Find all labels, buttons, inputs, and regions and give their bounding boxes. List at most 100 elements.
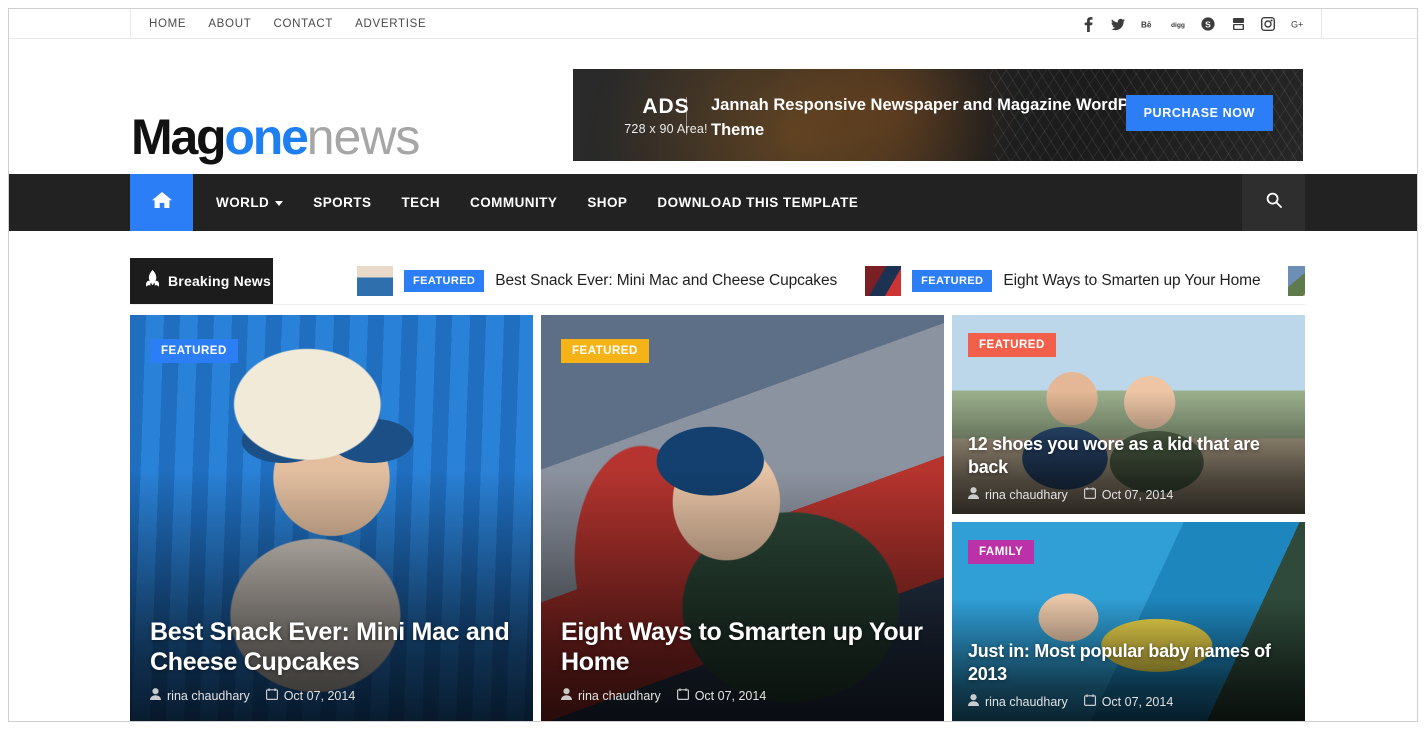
ticker-thumbnail (1288, 266, 1305, 296)
card-title[interactable]: Eight Ways to Smarten up Your Home (561, 617, 924, 677)
facebook-icon[interactable] (1081, 16, 1095, 32)
ticker-thumbnail (865, 266, 902, 296)
svg-text:S: S (1205, 19, 1211, 29)
nav-item-world[interactable]: WORLD (201, 195, 298, 210)
home-icon (151, 191, 172, 214)
calendar-icon (676, 688, 689, 703)
svg-text:digg: digg (1171, 22, 1185, 29)
card-badge: FAMILY (968, 540, 1035, 564)
card-date: Oct 07, 2014 (1083, 694, 1174, 709)
ad-separator (686, 97, 687, 135)
twitter-icon[interactable] (1111, 17, 1125, 31)
card-author: rina chaudhary (968, 487, 1068, 502)
featured-card-main[interactable]: FEATURED Best Snack Ever: Mini Mac and C… (130, 315, 533, 721)
card-date-text: Oct 07, 2014 (283, 688, 356, 703)
user-icon (561, 688, 572, 703)
card-badge: FEATURED (968, 333, 1056, 357)
card-date-text: Oct 07, 2014 (1101, 487, 1174, 502)
card-date-text: Oct 07, 2014 (1101, 694, 1174, 709)
card-badge: FEATURED (561, 339, 649, 363)
card-date: Oct 07, 2014 (1083, 487, 1174, 502)
breaking-news-label-text: Breaking News (168, 273, 271, 289)
top-nav-item-advertise[interactable]: ADVERTISE (355, 18, 426, 30)
purchase-now-button[interactable]: PURCHASE NOW (1125, 95, 1273, 131)
nav-item-tech[interactable]: TECH (386, 195, 455, 210)
top-bar-right-divider (1321, 9, 1322, 39)
youtube-icon[interactable] (1231, 17, 1245, 31)
social-links: Bē digg S G+ (1081, 9, 1305, 39)
ticker-title[interactable]: Best Snack Ever: Mini Mac and Cheese Cup… (495, 272, 837, 290)
featured-card-baby-names[interactable]: FAMILY Just in: Most popular baby names … (952, 522, 1305, 721)
site-logo[interactable]: Magonenews (131, 109, 420, 165)
card-author: rina chaudhary (968, 694, 1068, 709)
card-body: 12 shoes you wore as a kid that are back… (968, 433, 1289, 502)
calendar-icon (265, 688, 278, 703)
featured-card-shoes[interactable]: FEATURED 12 shoes you wore as a kid that… (952, 315, 1305, 514)
page-frame: HOME ABOUT CONTACT ADVERTISE Bē digg S G… (8, 8, 1418, 722)
nav-home-button[interactable] (130, 174, 193, 231)
card-date-text: Oct 07, 2014 (694, 688, 767, 703)
card-author-name: rina chaudhary (985, 487, 1068, 502)
ticker-badge: FEATURED (404, 270, 485, 292)
card-author-name: rina chaudhary (167, 688, 250, 703)
nav-item-community[interactable]: COMMUNITY (455, 195, 572, 210)
card-title[interactable]: 12 shoes you wore as a kid that are back (968, 433, 1289, 479)
nav-item-sports[interactable]: SPORTS (298, 195, 386, 210)
ticker-item[interactable]: FEATURED (1288, 266, 1305, 296)
calendar-icon (1083, 694, 1096, 709)
chevron-down-icon (275, 201, 284, 206)
ad-banner[interactable]: ADS 728 x 90 Area! Jannah Responsive New… (573, 69, 1303, 161)
card-meta: rina chaudhary Oct 07, 2014 (968, 694, 1289, 709)
card-body: Eight Ways to Smarten up Your Home rina … (561, 617, 924, 703)
card-date: Oct 07, 2014 (676, 688, 767, 703)
svg-text:G+: G+ (1291, 19, 1303, 29)
digg-icon[interactable]: digg (1171, 17, 1185, 31)
nav-item-download-this-template[interactable]: DOWNLOAD THIS TEMPLATE (642, 195, 873, 210)
card-author-name: rina chaudhary (578, 688, 661, 703)
logo-part-mag: Mag (131, 109, 227, 165)
nav-item-world-label: WORLD (216, 195, 270, 210)
skype-icon[interactable]: S (1201, 17, 1215, 31)
behance-icon[interactable]: Bē (1141, 17, 1155, 31)
top-nav-item-contact[interactable]: CONTACT (273, 18, 333, 30)
card-meta: rina chaudhary Oct 07, 2014 (150, 688, 513, 703)
rocket-icon (146, 270, 160, 292)
ticker-item[interactable]: FEATURED Eight Ways to Smarten up Your H… (865, 266, 1261, 296)
featured-card-secondary[interactable]: FEATURED Eight Ways to Smarten up Your H… (541, 315, 944, 721)
main-nav-items: WORLD SPORTS TECH COMMUNITY SHOP DOWNLOA… (201, 174, 873, 231)
card-author: rina chaudhary (561, 688, 661, 703)
top-bar-left-divider (130, 9, 131, 39)
calendar-icon (1083, 487, 1096, 502)
card-meta: rina chaudhary Oct 07, 2014 (968, 487, 1289, 502)
ad-title: Jannah Responsive Newspaper and Magazine… (711, 96, 1163, 139)
card-date: Oct 07, 2014 (265, 688, 356, 703)
card-title[interactable]: Best Snack Ever: Mini Mac and Cheese Cup… (150, 617, 513, 677)
breaking-news-ticker: FEATURED Best Snack Ever: Mini Mac and C… (273, 258, 1305, 304)
card-badge: FEATURED (150, 339, 238, 363)
search-button[interactable] (1242, 174, 1305, 231)
card-body: Best Snack Ever: Mini Mac and Cheese Cup… (150, 617, 513, 703)
nav-item-shop[interactable]: SHOP (572, 195, 642, 210)
ticker-item[interactable]: FEATURED Best Snack Ever: Mini Mac and C… (357, 266, 837, 296)
user-icon (150, 688, 161, 703)
top-bar: HOME ABOUT CONTACT ADVERTISE Bē digg S G… (9, 9, 1417, 39)
card-author-name: rina chaudhary (985, 694, 1068, 709)
card-meta: rina chaudhary Oct 07, 2014 (561, 688, 924, 703)
top-nav-item-about[interactable]: ABOUT (208, 18, 251, 30)
ticker-title[interactable]: Eight Ways to Smarten up Your Home (1003, 272, 1260, 290)
user-icon (968, 487, 979, 502)
featured-grid: FEATURED Best Snack Ever: Mini Mac and C… (130, 315, 1305, 721)
logo-part-one: one (224, 109, 309, 165)
breaking-news-label: Breaking News (130, 258, 273, 304)
google-plus-icon[interactable]: G+ (1291, 17, 1305, 31)
breaking-news-bar: Breaking News FEATURED Best Snack Ever: … (130, 258, 1305, 305)
ticker-badge: FEATURED (912, 270, 993, 292)
user-icon (968, 694, 979, 709)
top-nav-item-home[interactable]: HOME (149, 18, 186, 30)
site-header: Magonenews ADS 728 x 90 Area! Jannah Res… (9, 40, 1417, 181)
card-title[interactable]: Just in: Most popular baby names of 2013 (968, 640, 1289, 686)
main-navigation-bar: WORLD SPORTS TECH COMMUNITY SHOP DOWNLOA… (9, 174, 1417, 231)
card-body: Just in: Most popular baby names of 2013… (968, 640, 1289, 709)
instagram-icon[interactable] (1261, 17, 1275, 31)
ticker-thumbnail (357, 266, 393, 296)
